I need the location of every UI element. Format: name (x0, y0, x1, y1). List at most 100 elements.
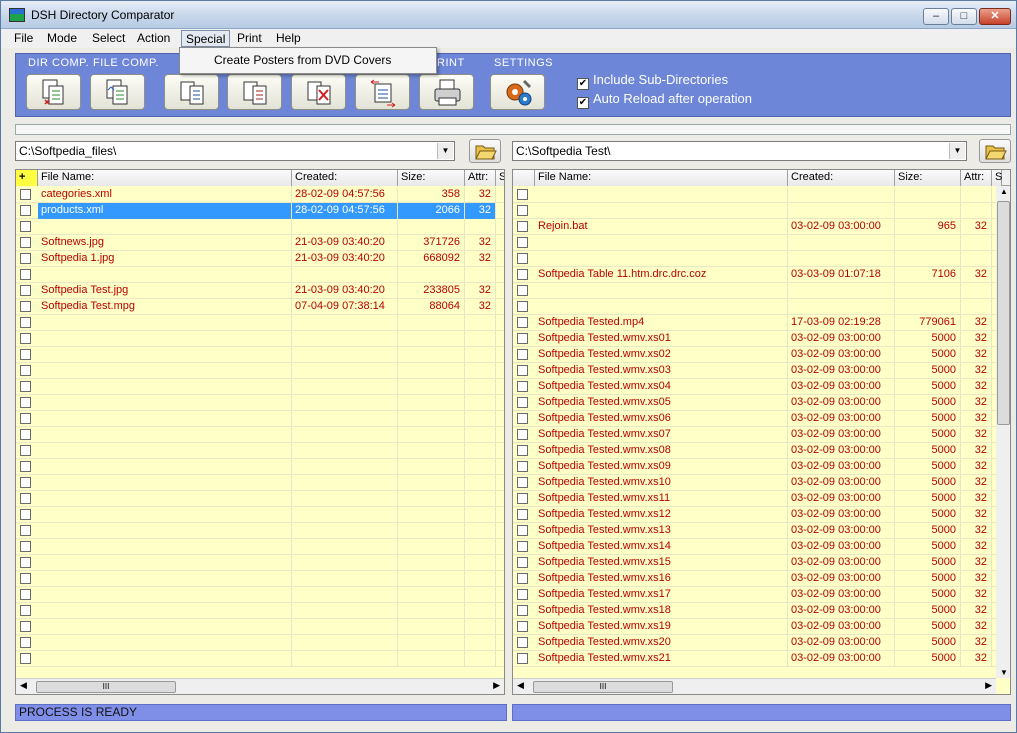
left-horizontal-scrollbar[interactable]: ◀ III ▶ (16, 678, 504, 694)
row-checkbox[interactable] (20, 477, 31, 488)
row-checkbox[interactable] (517, 445, 528, 456)
table-row[interactable]: Softpedia Tested.wmv.xs02 03-02-09 03:00:… (513, 347, 996, 363)
table-row[interactable] (16, 539, 504, 555)
copy-right-button[interactable] (227, 74, 282, 110)
table-row[interactable]: Softpedia Tested.wmv.xs04 03-02-09 03:00:… (513, 379, 996, 395)
row-checkbox[interactable] (517, 301, 528, 312)
row-checkbox[interactable] (517, 605, 528, 616)
column-header-name[interactable]: File Name: (38, 170, 292, 186)
column-header-name[interactable]: File Name: (535, 170, 788, 186)
table-row[interactable] (16, 571, 504, 587)
row-checkbox[interactable] (517, 413, 528, 424)
menu-special[interactable]: Special (181, 30, 231, 47)
row-checkbox[interactable] (20, 253, 31, 264)
row-checkbox[interactable] (20, 413, 31, 424)
add-icon[interactable]: + (16, 170, 38, 186)
right-browse-button[interactable] (979, 139, 1011, 163)
table-row[interactable] (16, 427, 504, 443)
select-all-icon[interactable] (513, 170, 535, 186)
row-checkbox[interactable] (517, 541, 528, 552)
table-row[interactable] (16, 411, 504, 427)
scroll-right-arrow[interactable]: ▶ (493, 680, 500, 691)
column-header-s[interactable]: S (992, 170, 1002, 186)
table-row[interactable]: Softpedia Tested.wmv.xs05 03-02-09 03:00:… (513, 395, 996, 411)
row-checkbox[interactable] (20, 429, 31, 440)
row-checkbox[interactable] (20, 445, 31, 456)
table-row[interactable]: Softpedia Test.jpg 21-03-09 03:40:20 23380… (16, 283, 504, 299)
table-row[interactable] (513, 187, 996, 203)
table-row[interactable] (16, 555, 504, 571)
column-header-size[interactable]: Size: (398, 170, 465, 186)
row-checkbox[interactable] (20, 397, 31, 408)
row-checkbox[interactable] (517, 285, 528, 296)
table-row[interactable]: Softpedia Tested.wmv.xs09 03-02-09 03:00:… (513, 459, 996, 475)
row-checkbox[interactable] (517, 317, 528, 328)
left-browse-button[interactable] (469, 139, 501, 163)
row-checkbox[interactable] (20, 381, 31, 392)
row-checkbox[interactable] (517, 221, 528, 232)
table-row[interactable]: Softnews.jpg 21-03-09 03:40:20 371726 32 (16, 235, 504, 251)
table-row[interactable]: Softpedia Tested.wmv.xs21 03-02-09 03:00:… (513, 651, 996, 667)
row-checkbox[interactable] (517, 557, 528, 568)
table-row[interactable]: Softpedia Tested.wmv.xs12 03-02-09 03:00:… (513, 507, 996, 523)
row-checkbox[interactable] (20, 637, 31, 648)
row-checkbox[interactable] (517, 653, 528, 664)
row-checkbox[interactable] (20, 221, 31, 232)
table-row[interactable] (16, 619, 504, 635)
table-row[interactable]: Softpedia Tested.wmv.xs14 03-02-09 03:00:… (513, 539, 996, 555)
table-row[interactable] (513, 203, 996, 219)
print-button[interactable] (419, 74, 474, 110)
row-checkbox[interactable] (517, 429, 528, 440)
column-header-attr[interactable]: Attr: (465, 170, 496, 186)
table-row[interactable]: categories.xml 28-02-09 04:57:56 358 32 (16, 187, 504, 203)
right-path-combo[interactable]: C:\Softpedia Test\ ▼ (512, 141, 967, 161)
right-vertical-scrollbar[interactable]: ▲ ▼ (996, 186, 1010, 678)
row-checkbox[interactable] (20, 189, 31, 200)
table-row[interactable]: Softpedia Tested.wmv.xs19 03-02-09 03:00:… (513, 619, 996, 635)
scroll-down-arrow[interactable]: ▼ (1000, 668, 1008, 677)
scroll-right-arrow[interactable]: ▶ (985, 680, 992, 691)
table-row[interactable]: Softpedia Test.mpg 07-04-09 07:38:14 88064… (16, 299, 504, 315)
table-row[interactable] (513, 251, 996, 267)
row-checkbox[interactable] (20, 525, 31, 536)
table-row[interactable] (16, 219, 504, 235)
right-scroll-thumb[interactable]: III (533, 681, 673, 693)
row-checkbox[interactable] (517, 461, 528, 472)
row-checkbox[interactable] (20, 621, 31, 632)
menu-action[interactable]: Action (133, 30, 174, 47)
table-row[interactable]: Softpedia Tested.wmv.xs15 03-02-09 03:00:… (513, 555, 996, 571)
chevron-down-icon[interactable]: ▼ (437, 143, 453, 159)
row-checkbox[interactable] (517, 189, 528, 200)
menu-print[interactable]: Print (233, 30, 266, 47)
include-subdirs-checkbox[interactable]: ✔ (577, 78, 589, 90)
row-checkbox[interactable] (20, 589, 31, 600)
table-row[interactable] (16, 395, 504, 411)
settings-button[interactable] (490, 74, 545, 110)
chevron-down-icon[interactable]: ▼ (949, 143, 965, 159)
table-row[interactable] (513, 283, 996, 299)
column-header-attr[interactable]: Attr: (961, 170, 992, 186)
column-header-size[interactable]: Size: (895, 170, 961, 186)
row-checkbox[interactable] (20, 573, 31, 584)
table-row[interactable]: Softpedia 1.jpg 21-03-09 03:40:20 668092 32 (16, 251, 504, 267)
row-checkbox[interactable] (20, 461, 31, 472)
row-checkbox[interactable] (20, 605, 31, 616)
row-checkbox[interactable] (517, 525, 528, 536)
table-row[interactable] (16, 347, 504, 363)
table-row[interactable]: Rejoin.bat 03-02-09 03:00:00 965 32 (513, 219, 996, 235)
right-file-grid[interactable]: File Name: Created: Size: Attr: S Rejoin… (512, 169, 1011, 695)
row-checkbox[interactable] (517, 637, 528, 648)
column-header-s[interactable]: S (496, 170, 504, 186)
row-checkbox[interactable] (20, 285, 31, 296)
table-row[interactable] (16, 587, 504, 603)
row-checkbox[interactable] (517, 509, 528, 520)
row-checkbox[interactable] (20, 237, 31, 248)
auto-reload-checkbox[interactable]: ✔ (577, 97, 589, 109)
row-checkbox[interactable] (517, 589, 528, 600)
row-checkbox[interactable] (20, 349, 31, 360)
scroll-up-arrow[interactable]: ▲ (1000, 187, 1008, 196)
table-row[interactable]: Softpedia Tested.wmv.xs10 03-02-09 03:00:… (513, 475, 996, 491)
row-checkbox[interactable] (517, 477, 528, 488)
row-checkbox[interactable] (517, 237, 528, 248)
table-row[interactable]: Softpedia Table 11.htm.drc.drc.coz 03-03-… (513, 267, 996, 283)
